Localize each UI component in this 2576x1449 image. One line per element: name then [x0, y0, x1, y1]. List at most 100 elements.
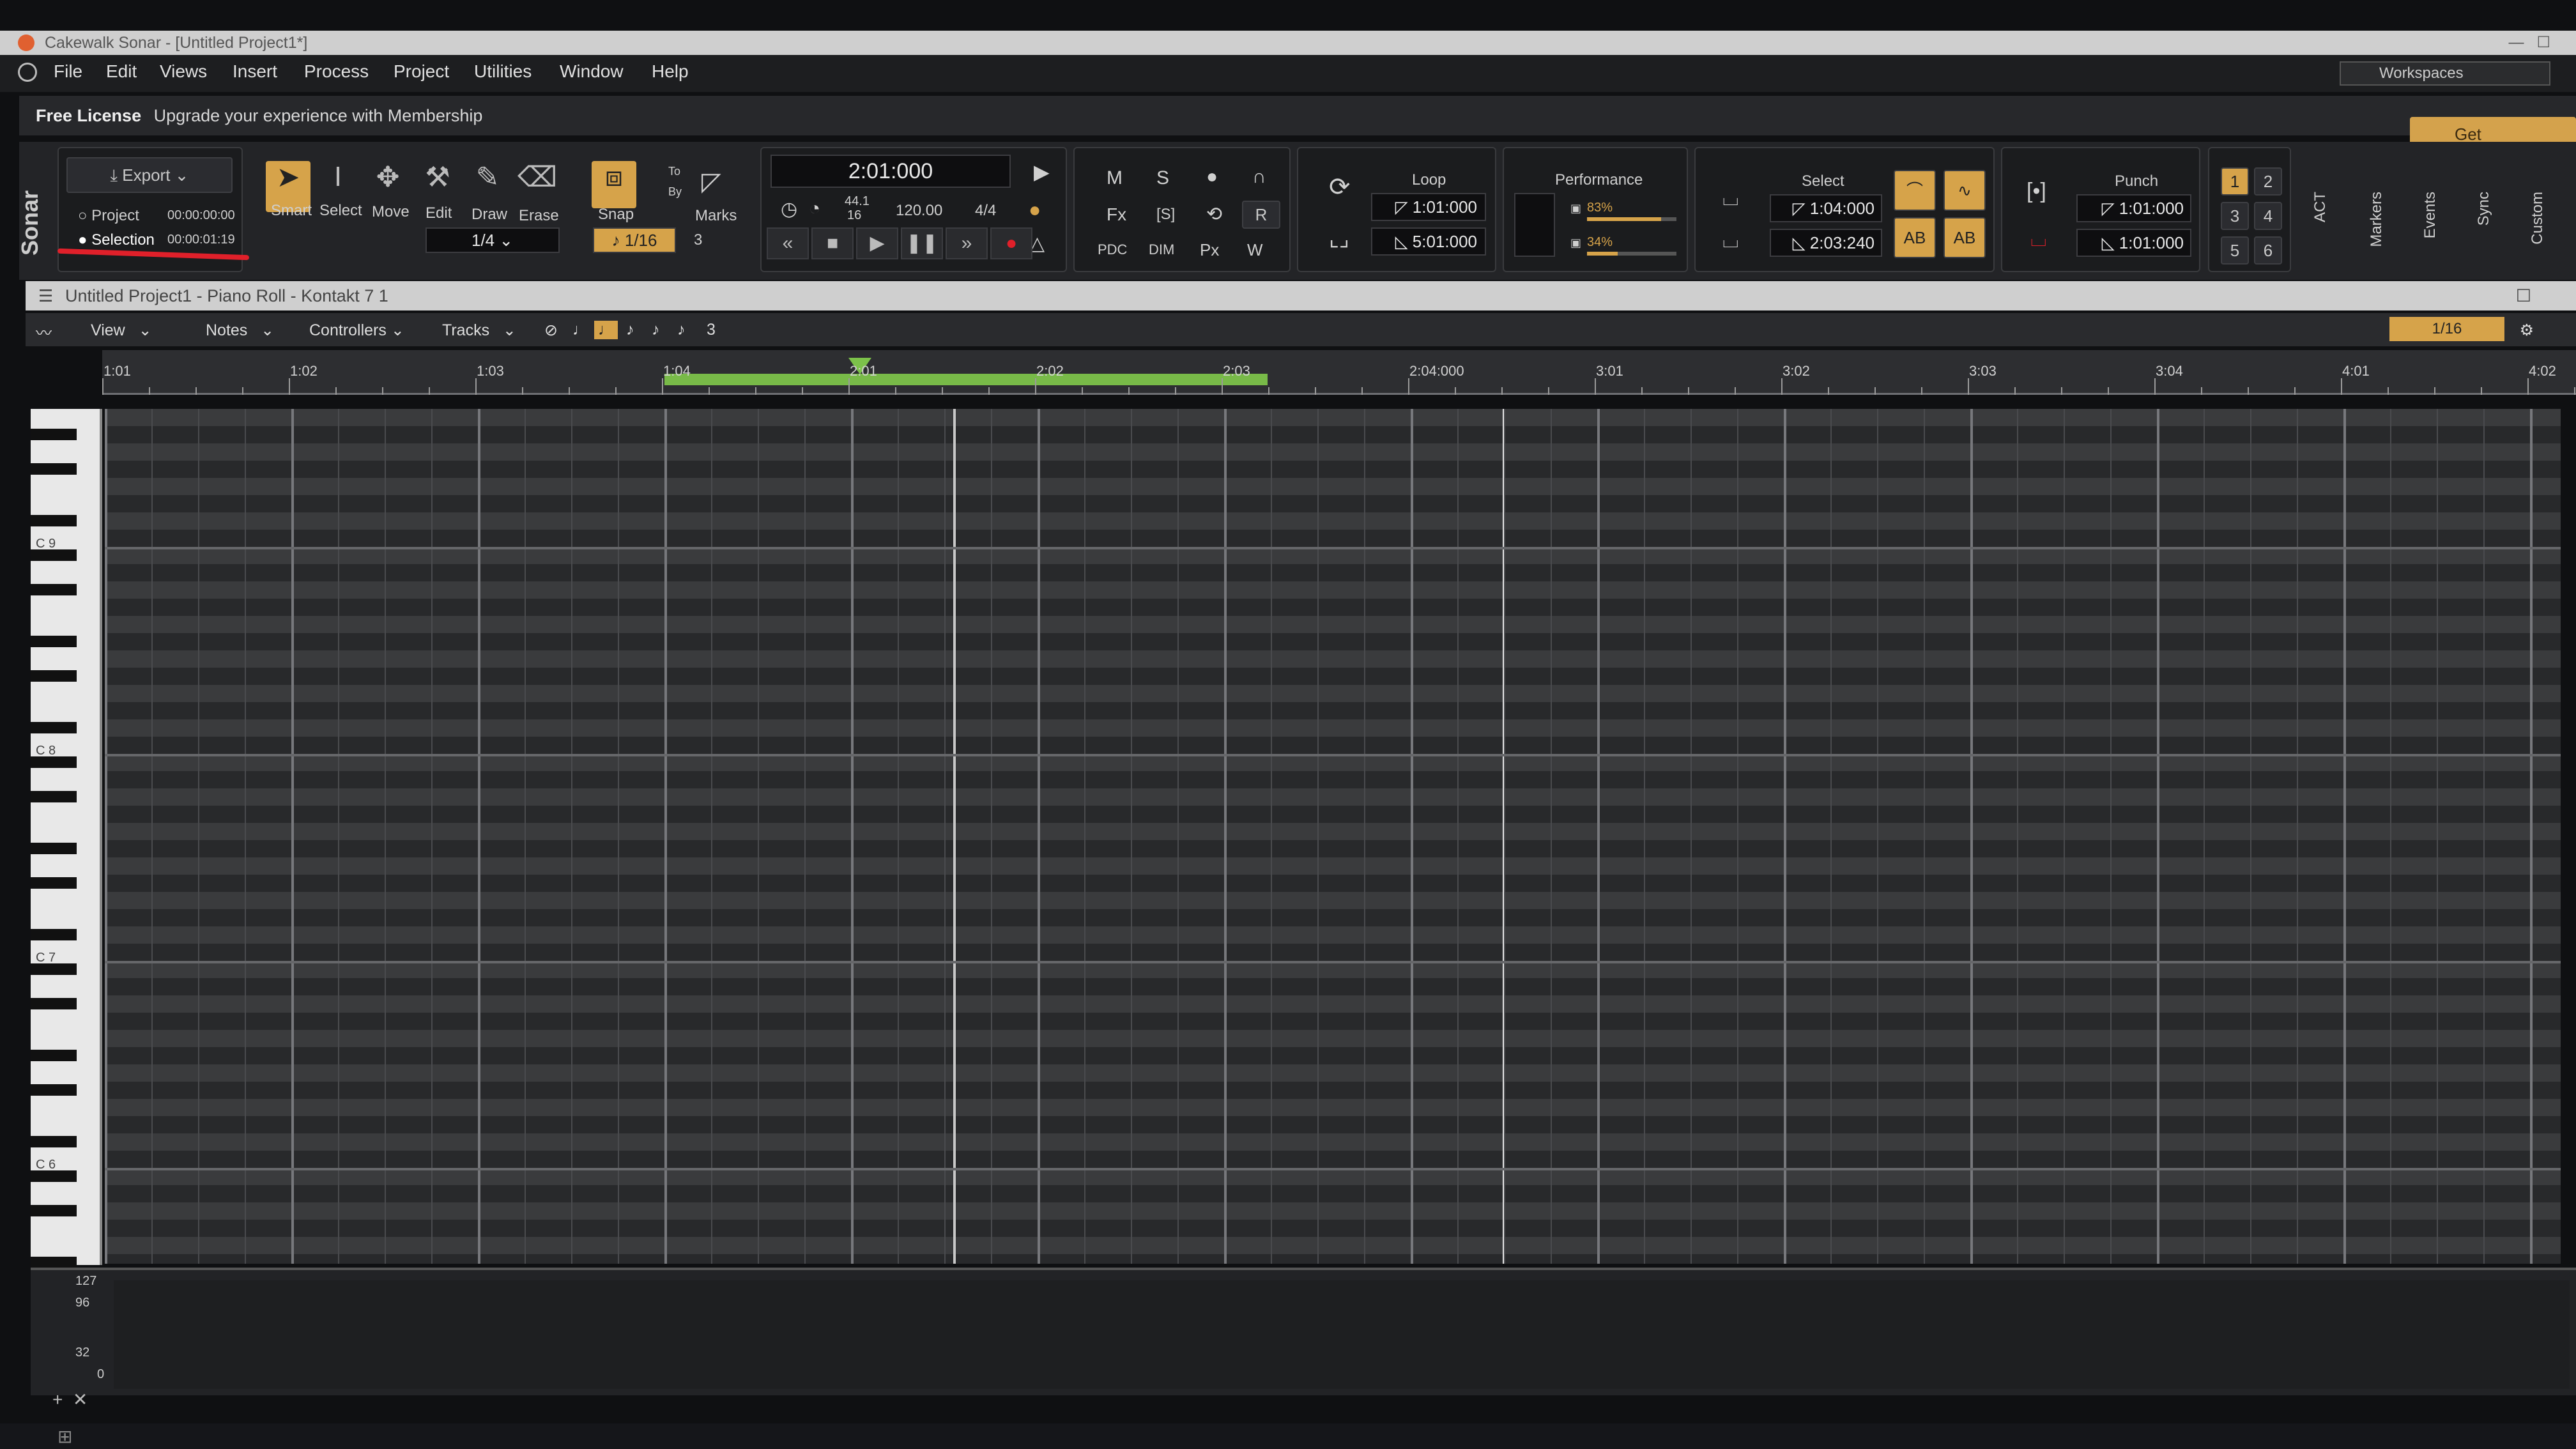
tempo-display[interactable]: 120.00	[896, 202, 942, 220]
black-key[interactable]	[31, 463, 77, 475]
eighth-note-icon[interactable]: ♪	[626, 321, 634, 339]
markers-tab[interactable]: Markers	[2368, 192, 2386, 247]
select-end-field[interactable]: ◺ 2:03:240	[1770, 229, 1882, 257]
snap-by-label[interactable]: By	[668, 185, 682, 199]
sync-tab[interactable]: Sync	[2475, 192, 2493, 226]
workspaces-dropdown[interactable]: Workspaces	[2340, 61, 2550, 86]
performance-meter[interactable]	[1514, 193, 1555, 257]
screenset-3[interactable]: 3	[2221, 202, 2249, 230]
black-key[interactable]	[31, 429, 77, 440]
play-button[interactable]: ▶	[856, 227, 898, 259]
controllers-menu[interactable]: Controllers ⌄	[309, 321, 404, 340]
punch-end-field[interactable]: ◺ 1:01:000	[2076, 229, 2191, 257]
px-button[interactable]: Px	[1200, 240, 1219, 260]
controller-lane[interactable]	[114, 1280, 2570, 1389]
clock-icon[interactable]: ◷	[781, 198, 797, 220]
black-key[interactable]	[31, 636, 77, 647]
headphones-icon[interactable]: ∩	[1252, 166, 1266, 188]
select-from-icon[interactable]: ⌒	[1894, 170, 1936, 211]
black-key[interactable]	[31, 1257, 77, 1268]
link-icon[interactable]: ⊘	[544, 321, 558, 340]
whole-note-icon[interactable]: ♩	[572, 321, 588, 339]
selection-radio[interactable]: ● Selection	[78, 231, 155, 249]
black-key[interactable]	[31, 998, 77, 1009]
screenset-4[interactable]: 4	[2254, 202, 2282, 230]
view-menu[interactable]: View ⌄	[91, 321, 152, 340]
pdc-button[interactable]: PDC	[1098, 241, 1127, 258]
loop-end-field[interactable]: ◺ 5:01:000	[1371, 227, 1486, 256]
custom-tab[interactable]: Custom	[2529, 192, 2547, 245]
rewind-button[interactable]: «	[767, 227, 809, 259]
menu-help[interactable]: Help	[652, 61, 689, 82]
menu-project[interactable]: Project	[394, 61, 449, 82]
black-key[interactable]	[31, 843, 77, 854]
act-tab[interactable]: ACT	[2312, 192, 2329, 222]
record-mode-icon[interactable]: ●	[1029, 198, 1041, 222]
project-radio[interactable]: ○ Project	[78, 207, 139, 225]
marks-flag-icon[interactable]: ◸	[702, 167, 721, 197]
screenset-5[interactable]: 5	[2221, 236, 2249, 264]
punch-icon[interactable]: [•]	[2027, 179, 2046, 204]
export-button[interactable]: ⤓ Export ⌄	[66, 157, 233, 193]
notes-menu[interactable]: Notes ⌄	[206, 321, 274, 340]
loop-region-bar[interactable]	[664, 374, 1268, 385]
black-key[interactable]	[31, 1084, 77, 1096]
tracks-menu[interactable]: Tracks ⌄	[442, 321, 516, 340]
punch-record-icon[interactable]: ⌴	[2030, 227, 2047, 252]
ab-button-1[interactable]: AB	[1894, 217, 1936, 258]
pause-button[interactable]: ❚❚	[901, 227, 943, 259]
snap-triplet[interactable]: 3	[694, 231, 702, 249]
windows-start-icon[interactable]: ⊞	[57, 1426, 72, 1447]
piano-roll-snap-dropdown[interactable]: 1/16	[2389, 317, 2504, 341]
time-ruler[interactable]: 1:01 1:02 1:03 1:04 2:01 2:02 2:03 2:04:000 3:01…	[102, 350, 2576, 395]
triplet-button[interactable]: 3	[707, 321, 716, 339]
black-key[interactable]	[31, 584, 77, 595]
quarter-note-icon[interactable]: ♩	[594, 321, 618, 339]
snap-to-label[interactable]: To	[668, 165, 680, 178]
screenset-2[interactable]: 2	[2254, 167, 2282, 195]
now-time-display[interactable]: 2:01:000	[770, 155, 1011, 188]
select-wave-icon[interactable]: ∿	[1943, 170, 1986, 211]
write-automation-button[interactable]: W	[1247, 240, 1263, 260]
metronome-icon[interactable]: ◔	[809, 198, 820, 220]
black-key[interactable]	[31, 1136, 77, 1147]
erase-tool-button[interactable]: ⌫	[515, 161, 560, 212]
menu-utilities[interactable]: Utilities	[474, 61, 532, 82]
snap-value-button[interactable]: ♪ 1/16	[593, 227, 676, 253]
solo-button[interactable]: S	[1156, 167, 1169, 189]
select-start-field[interactable]: ◸ 1:04:000	[1770, 194, 1882, 222]
punch-start-field[interactable]: ◸ 1:01:000	[2076, 194, 2191, 222]
events-tab[interactable]: Events	[2421, 192, 2439, 238]
thirtysecond-note-icon[interactable]: ♪	[677, 321, 686, 339]
loop-region-icon[interactable]: ⌞⌟	[1329, 226, 1349, 252]
black-key[interactable]	[31, 877, 77, 889]
window-controls[interactable]: — ☐	[2508, 31, 2550, 55]
piano-roll-menu-icon[interactable]: 〰	[36, 321, 52, 344]
black-key[interactable]	[31, 929, 77, 940]
menu-process[interactable]: Process	[304, 61, 369, 82]
select-start-icon[interactable]: ⌴	[1722, 187, 1739, 211]
loop-toggle-icon[interactable]: ⟳	[1329, 172, 1351, 202]
record-button[interactable]: ●	[990, 227, 1032, 259]
screenset-1[interactable]: 1	[2221, 167, 2249, 195]
fx-button[interactable]: Fx	[1107, 204, 1126, 225]
menu-window[interactable]: Window	[560, 61, 624, 82]
meter-display[interactable]: 4/4	[975, 202, 996, 220]
sixteenth-note-icon[interactable]: ♪	[652, 321, 660, 339]
play-triangle-icon[interactable]: ▶	[1034, 160, 1050, 184]
draw-tool-button[interactable]: ✎	[465, 161, 510, 212]
dim-button[interactable]: DIM	[1149, 241, 1174, 258]
note-grid[interactable]	[105, 409, 2561, 1377]
piano-roll-maximize-button[interactable]: ☐	[2516, 281, 2531, 310]
black-key[interactable]	[31, 515, 77, 526]
snap-toggle-button[interactable]: ⧈	[592, 161, 636, 208]
loop-start-field[interactable]: ◸ 1:01:000	[1371, 193, 1486, 221]
sync-icon[interactable]: ⟲	[1206, 203, 1222, 226]
fx-solo-button[interactable]: [S]	[1156, 206, 1175, 224]
stop-button[interactable]: ■	[811, 227, 854, 259]
black-key[interactable]	[31, 1050, 77, 1061]
black-key[interactable]	[31, 722, 77, 733]
black-key[interactable]	[31, 670, 77, 682]
license-message[interactable]: Upgrade your experience with Membership	[154, 106, 483, 125]
snap-settings-icon[interactable]: ⚙	[2520, 321, 2534, 340]
